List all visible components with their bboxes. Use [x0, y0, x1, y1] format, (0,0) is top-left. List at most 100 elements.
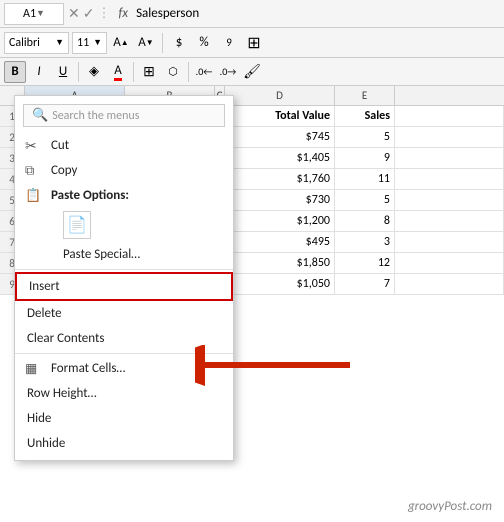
underline-btn[interactable]: U: [52, 61, 74, 83]
percent-btn[interactable]: %: [193, 32, 215, 54]
cell-e8[interactable]: 12: [335, 253, 395, 273]
menu-item-row-height[interactable]: Row Height…: [15, 381, 233, 406]
cut-icon: ✂: [25, 137, 37, 154]
search-placeholder: Search the menus: [52, 109, 139, 123]
paste-clipboard-icon[interactable]: 📄: [63, 211, 91, 239]
menu-label-unhide: Unhide: [27, 436, 65, 451]
formula-icons: ✕ ✓ ⋮: [68, 5, 110, 22]
menu-label-format-cells: Format Cells…: [51, 361, 125, 376]
cell-e4[interactable]: 11: [335, 169, 395, 189]
more-formula-icon[interactable]: ⋮: [97, 6, 110, 21]
fx-label: fx: [118, 6, 128, 21]
menu-label-row-height: Row Height…: [27, 386, 97, 401]
cell-d4[interactable]: $1,760: [225, 169, 335, 189]
cell-d9[interactable]: $1,050: [225, 274, 335, 294]
col-header-d[interactable]: D: [225, 86, 335, 105]
cell-f2: [395, 127, 504, 147]
comma-btn[interactable]: 9: [218, 32, 240, 54]
increase-font-btn[interactable]: A▲: [110, 32, 132, 54]
font-name-selector[interactable]: Calibri ▼: [4, 32, 69, 54]
paint-format-btn[interactable]: 🖌: [241, 61, 263, 83]
cancel-formula-icon[interactable]: ✕: [68, 5, 80, 22]
menu-item-clear-contents[interactable]: Clear Contents: [15, 326, 233, 351]
menu-divider-2: [15, 353, 233, 354]
font-name-dropdown: ▼: [55, 37, 64, 48]
decrease-decimal-btn[interactable]: .0←: [193, 61, 215, 83]
menu-label-delete: Delete: [27, 306, 62, 321]
context-menu: 🔍 Search the menus ✂ Cut ⧉ Copy 📋 Paste …: [14, 95, 234, 461]
decrease-font-btn[interactable]: A▼: [135, 32, 157, 54]
cell-f5: [395, 190, 504, 210]
cell-e5[interactable]: 5: [335, 190, 395, 210]
menu-item-insert[interactable]: Insert: [15, 272, 233, 301]
search-icon: 🔍: [32, 108, 48, 123]
fill-color-btn[interactable]: ◈: [83, 61, 105, 83]
cell-f9: [395, 274, 504, 294]
merge-btn[interactable]: ⬡: [162, 61, 184, 83]
cell-d7[interactable]: $495: [225, 232, 335, 252]
cell-e7[interactable]: 3: [335, 232, 395, 252]
font-size-dropdown: ▼: [93, 37, 102, 48]
copy-icon: ⧉: [25, 163, 34, 178]
menu-item-paste-special[interactable]: Paste Special…: [15, 242, 233, 267]
dollar-btn[interactable]: $: [168, 32, 190, 54]
menu-divider-1: [15, 269, 233, 270]
separator1: [162, 33, 163, 53]
menu-label-copy: Copy: [51, 163, 77, 178]
menu-item-cut[interactable]: ✂ Cut: [15, 133, 233, 158]
separator4: [188, 62, 189, 82]
cell-e3[interactable]: 9: [335, 148, 395, 168]
grid-btn[interactable]: ⊞: [243, 32, 265, 54]
spreadsheet: A1 ▼ ✕ ✓ ⋮ fx Salesperson Calibri ▼ 11 ▼…: [0, 0, 504, 522]
format-cells-icon: ▦: [25, 361, 37, 376]
menu-item-format-cells[interactable]: ▦ Format Cells…: [15, 356, 233, 381]
menu-item-delete[interactable]: Delete: [15, 301, 233, 326]
font-name-value: Calibri: [9, 36, 40, 50]
cell-reference[interactable]: A1 ▼: [4, 3, 64, 25]
cell-d8[interactable]: $1,850: [225, 253, 335, 273]
cell-d5[interactable]: $730: [225, 190, 335, 210]
font-color-icon: A: [114, 63, 122, 81]
cell-e1[interactable]: Sales: [335, 106, 395, 126]
cell-f1: [395, 106, 504, 126]
toolbar-row1: Calibri ▼ 11 ▼ A▲ A▼ $ % 9 ⊞: [0, 28, 504, 58]
watermark: groovyPost.com: [408, 499, 492, 514]
font-color-btn[interactable]: A: [107, 61, 129, 83]
cell-e2[interactable]: 5: [335, 127, 395, 147]
cell-f8: [395, 253, 504, 273]
cell-d1[interactable]: Total Value: [225, 106, 335, 126]
cell-e6[interactable]: 8: [335, 211, 395, 231]
formula-bar: A1 ▼ ✕ ✓ ⋮ fx Salesperson: [0, 0, 504, 28]
menu-item-hide[interactable]: Hide: [15, 406, 233, 431]
font-size-value: 11: [77, 36, 89, 50]
toolbar-row2: B I U ◈ A ⊞ ⬡ .0← .0→ 🖌: [0, 58, 504, 86]
italic-btn[interactable]: I: [28, 61, 50, 83]
menu-item-unhide[interactable]: Unhide: [15, 431, 233, 456]
border-btn[interactable]: ⊞: [138, 61, 160, 83]
separator3: [133, 62, 134, 82]
paste-icon: 📋: [25, 188, 41, 203]
cell-f4: [395, 169, 504, 189]
cell-f7: [395, 232, 504, 252]
cell-f6: [395, 211, 504, 231]
bold-btn[interactable]: B: [4, 61, 26, 83]
menu-label-paste-special: Paste Special…: [63, 247, 140, 262]
cell-d2[interactable]: $745: [225, 127, 335, 147]
menu-label-hide: Hide: [27, 411, 51, 426]
cell-d6[interactable]: $1,200: [225, 211, 335, 231]
cell-ref-dropdown-icon: ▼: [36, 8, 45, 19]
col-header-e[interactable]: E: [335, 86, 395, 105]
menu-search-box[interactable]: 🔍 Search the menus: [23, 104, 225, 127]
separator2: [78, 62, 79, 82]
cell-ref-value: A1: [23, 7, 36, 21]
increase-decimal-btn[interactable]: .0→: [217, 61, 239, 83]
cell-e9[interactable]: 7: [335, 274, 395, 294]
formula-content: Salesperson: [132, 6, 500, 21]
menu-paste-options-label: 📋 Paste Options:: [15, 183, 233, 208]
cell-d3[interactable]: $1,405: [225, 148, 335, 168]
fill-icon: ◈: [89, 64, 99, 79]
menu-label-clear-contents: Clear Contents: [27, 331, 104, 346]
confirm-formula-icon[interactable]: ✓: [83, 5, 95, 22]
menu-item-copy[interactable]: ⧉ Copy: [15, 158, 233, 183]
font-size-selector[interactable]: 11 ▼: [72, 32, 107, 54]
